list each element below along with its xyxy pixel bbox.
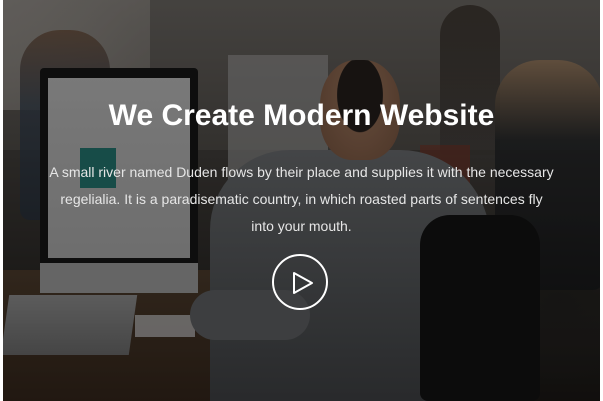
play-video-button[interactable]	[272, 254, 328, 310]
hero-title: We Create Modern Website	[108, 99, 495, 132]
hero-description: A small river named Duden flows by their…	[49, 164, 554, 234]
hero-content: We Create Modern Website A small river n…	[0, 0, 603, 401]
play-icon	[293, 272, 313, 294]
hero-section: We Create Modern Website A small river n…	[0, 0, 603, 401]
